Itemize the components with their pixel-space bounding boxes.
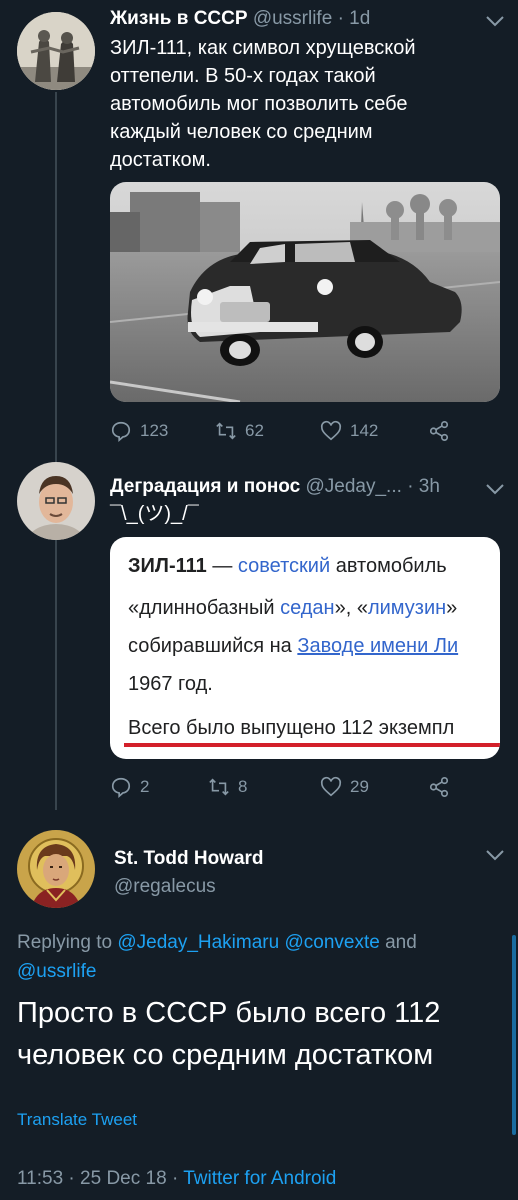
reply-button[interactable]: 2 (110, 776, 149, 798)
like-button[interactable]: 29 (320, 776, 369, 798)
tweet-actions: 2 8 29 (110, 776, 490, 804)
wiki-link: Заводе имени Ли (297, 635, 459, 657)
like-count: 29 (350, 777, 369, 796)
car-photo (110, 182, 500, 402)
replying-and: and (385, 932, 417, 953)
meta-separator: · (68, 1168, 75, 1189)
reply-count: 2 (140, 777, 150, 796)
tweet-text: ¯\_(ツ)_/¯ (110, 503, 199, 525)
tweet-date: 25 Dec 18 (80, 1168, 167, 1189)
translate-tweet-link[interactable]: Translate Tweet (17, 1110, 137, 1130)
avatar-image (17, 462, 95, 540)
replying-user-link[interactable]: @ussrlife (17, 961, 96, 982)
handle[interactable]: @regalecus (114, 876, 216, 898)
thread-line (55, 92, 57, 462)
handle[interactable]: @Jeday_... (306, 476, 402, 497)
wiki-line: ЗИЛ-111 — советский автомобиль (128, 555, 447, 578)
chevron-down-icon[interactable] (484, 482, 506, 496)
avatar-image (17, 12, 95, 90)
like-icon (320, 776, 342, 797)
meta-separator: · (171, 1168, 179, 1189)
like-icon (320, 420, 342, 441)
wiki-text: », « (334, 597, 368, 619)
wiki-link: седан (280, 597, 335, 619)
retweet-count: 62 (245, 421, 264, 440)
retweet-count: 8 (238, 777, 248, 796)
tweet-source-link[interactable]: Twitter for Android (183, 1168, 336, 1189)
scrollbar[interactable] (512, 935, 516, 1135)
wiki-link: лимузин (367, 597, 447, 619)
wiki-title: ЗИЛ-111 (128, 555, 207, 577)
wiki-line: 1967 год. (128, 673, 213, 695)
main-tweet-text: Просто в СССР было всего 112 человек со … (17, 997, 441, 1071)
avatar[interactable] (17, 462, 95, 540)
replying-to: Replying to @Jeday_Hakimaru @convexte an… (17, 928, 487, 986)
reply-icon (111, 421, 131, 442)
avatar[interactable] (17, 12, 95, 90)
like-button[interactable]: 142 (320, 420, 378, 442)
share-button[interactable] (428, 776, 450, 798)
wiki-line: Всего было выпущено 112 экземпл (128, 717, 455, 739)
display-name[interactable]: St. Todd Howard (114, 848, 264, 870)
avatar[interactable] (17, 830, 95, 908)
display-name[interactable]: Деградация и понос (110, 476, 300, 497)
chevron-down-icon[interactable] (484, 848, 506, 862)
display-name[interactable]: Жизнь в СССР (110, 8, 248, 29)
retweet-icon (209, 778, 229, 796)
red-underline (124, 743, 500, 747)
chevron-down-icon[interactable] (484, 14, 506, 28)
retweet-button[interactable]: 62 (215, 420, 264, 442)
wiki-text: «длиннобазный (128, 597, 281, 619)
tweet-meta: 11:53 · 25 Dec 18 · Twitter for Android (17, 1168, 336, 1190)
reply-icon (111, 777, 131, 798)
tweet-header: Деградация и понос @Jeday_... · 3h (110, 476, 440, 498)
thread-line (55, 540, 57, 810)
timestamp[interactable]: · 3h (407, 476, 440, 497)
wiki-dash: — (206, 555, 238, 577)
like-count: 142 (350, 421, 379, 440)
timestamp[interactable]: · 1d (338, 8, 371, 29)
wiki-text: автомобиль (330, 555, 447, 577)
wiki-line: собиравшийся на Заводе имени Ли (128, 635, 458, 658)
retweet-button[interactable]: 8 (208, 776, 247, 798)
tweet-header: Жизнь в СССР @ussrlife · 1d (110, 8, 370, 30)
retweet-icon (216, 422, 236, 440)
reply-count: 123 (140, 421, 169, 440)
replying-users-link[interactable]: @Jeday_Hakimaru @convexte (117, 932, 379, 953)
share-icon (429, 777, 449, 797)
wiki-line: «длиннобазный седан», «лимузин» (128, 597, 457, 620)
tweet-image[interactable]: ЗИЛ-111 — советский автомобиль «длинноба… (110, 537, 500, 759)
tweet-actions: 123 62 142 (110, 420, 490, 448)
wiki-text: » (446, 597, 458, 619)
replying-label: Replying to (17, 932, 113, 953)
share-button[interactable] (428, 420, 450, 442)
wiki-link: советский (237, 555, 331, 577)
wiki-text: собиравшийся на (128, 635, 298, 657)
tweet-text: ЗИЛ-111, как символ хрущевской оттепели.… (110, 37, 416, 171)
reply-button[interactable]: 123 (110, 420, 168, 442)
tweet-time: 11:53 (17, 1168, 64, 1189)
handle[interactable]: @ussrlife (253, 8, 332, 29)
tweet-image[interactable] (110, 182, 500, 402)
share-icon (429, 421, 449, 441)
avatar-image (17, 830, 95, 908)
